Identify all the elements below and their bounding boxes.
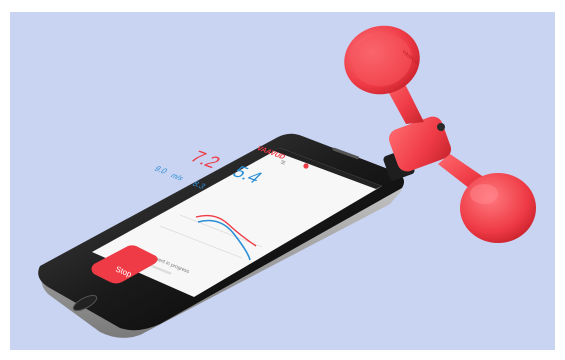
smartphone: VAAVUD ≡ 7.2 5.4 9.0 m/s 8.3 Measurement…: [38, 133, 404, 338]
product-photo: VAAVUD ≡ 7.2 5.4 9.0 m/s 8.3 Measurement…: [10, 12, 555, 350]
upper-cup: vaavud: [344, 25, 420, 95]
reading-secondary-1: 9.0: [152, 164, 170, 175]
lower-cup-highlight: [470, 184, 498, 204]
brand-logo-dot: [303, 163, 309, 169]
reading-secondary-unit: m/s: [169, 172, 187, 183]
reading-primary-red: 7.2: [185, 148, 224, 172]
hub-screw: [437, 123, 445, 131]
lower-cup: [460, 173, 536, 243]
lower-cup-shell: [460, 173, 536, 243]
